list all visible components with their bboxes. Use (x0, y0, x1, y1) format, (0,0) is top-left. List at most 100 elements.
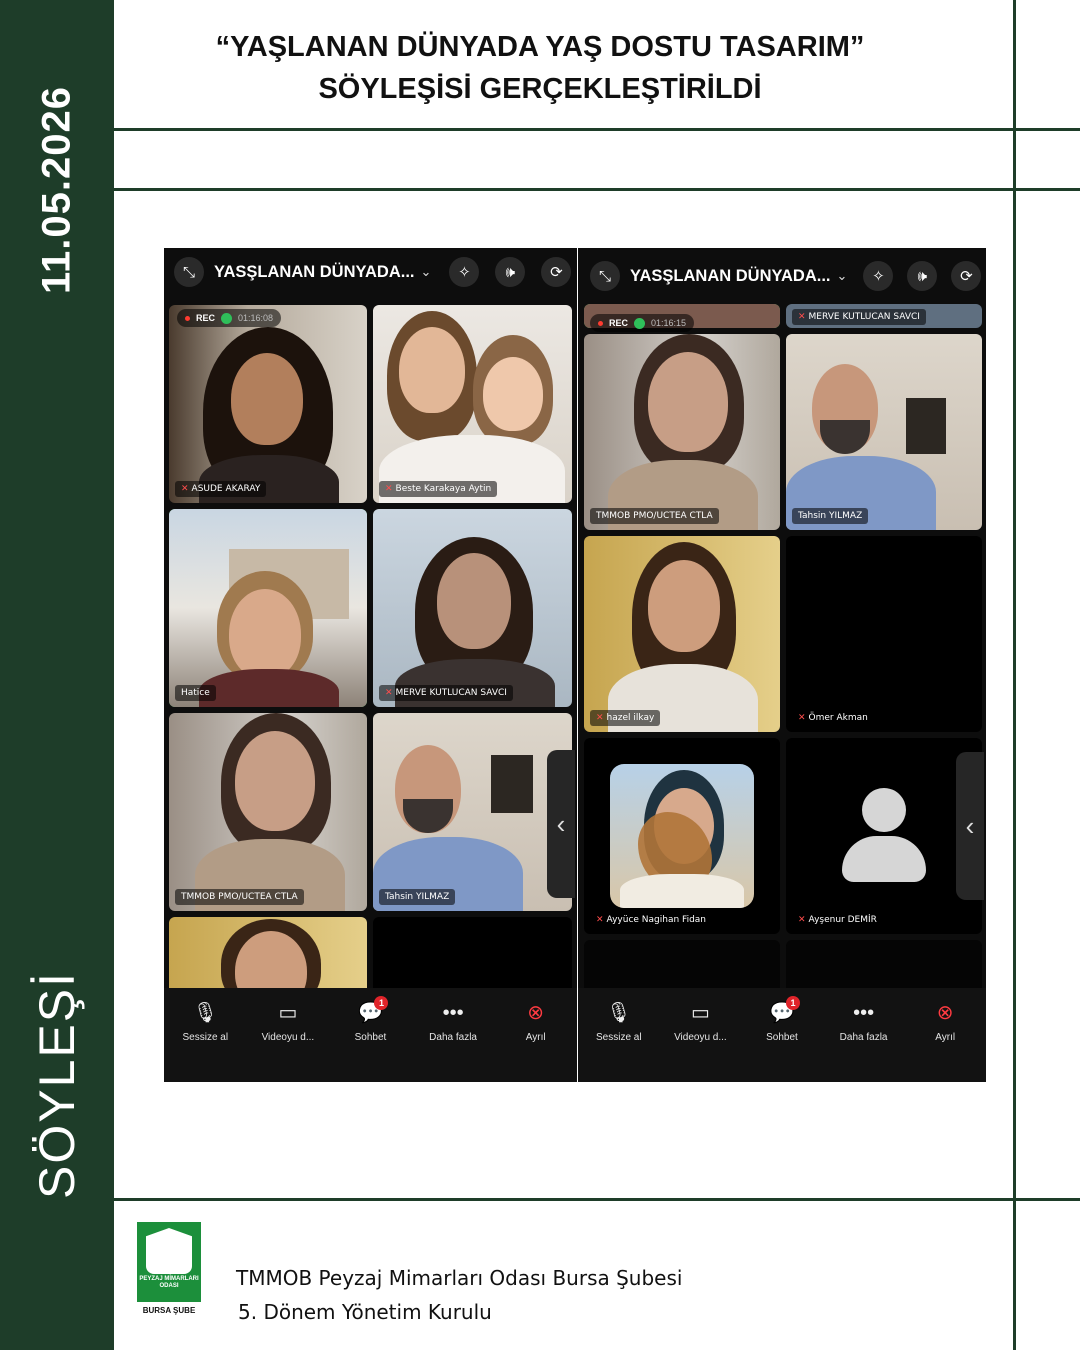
participant-name: hazel ilkay (606, 713, 655, 723)
divider-right (1013, 0, 1016, 1350)
video-button[interactable]: ▭ Videoyu d... (250, 1000, 326, 1082)
video-tile[interactable]: Tahsin YILMAZ (786, 334, 982, 530)
video-tile[interactable]: ✕ Beste Karakaya Aytin (373, 305, 572, 503)
video-tile[interactable] (169, 917, 367, 997)
leave-icon: ⊗ (936, 1002, 954, 1024)
mic-off-icon: ✕ (181, 484, 189, 494)
divider-bottom (114, 1198, 1080, 1201)
chevron-down-icon[interactable]: ⌄ (420, 264, 431, 280)
meeting-screenshot-right: ⤡ YASŞLANAN DÜNYADA... ⌄ ✧ 🕪 ⟳ ✕ MERVE KU… (578, 248, 986, 1082)
participant-name: Ömer Akman (808, 713, 868, 723)
video-tile[interactable]: ✕ MERVE KUTLUCAN SAVCI (786, 304, 982, 328)
participant-name: Tahsin YILMAZ (385, 892, 450, 902)
participant-name-tag: ✕ MERVE KUTLUCAN SAVCI (792, 309, 926, 325)
default-avatar-icon (862, 788, 906, 832)
record-dot-icon (598, 320, 603, 326)
leave-button[interactable]: ⊗ Ayrıl (907, 1000, 983, 1082)
chevron-left-icon[interactable]: ‹ (956, 752, 984, 900)
meeting-top-bar: ⤡ YASŞLANAN DÜNYADA... ⌄ ✧ 🕪 ⟳ (578, 252, 986, 300)
meeting-top-bar: ⤡ YASŞLANAN DÜNYADA... ⌄ ✧ 🕪 ⟳ (164, 248, 577, 296)
leave-label: Ayrıl (935, 1032, 956, 1043)
video-tile[interactable]: ✕ Ömer Akman (786, 536, 982, 732)
camera-icon: ▭ (690, 1002, 710, 1024)
participant-name-tag: Tahsin YILMAZ (379, 889, 456, 905)
category-label: SÖYLEŞİ (29, 971, 85, 1199)
mic-off-icon: ✕ (596, 713, 604, 723)
video-label: Videoyu d... (261, 1032, 315, 1043)
switch-camera-icon[interactable]: ⟳ (951, 261, 982, 291)
logo-text: PEYZAJ MİMARLARI ODASI (139, 1276, 199, 1289)
meeting-title[interactable]: YASŞLANAN DÜNYADA... (214, 263, 414, 282)
sparkle-icon[interactable]: ✧ (863, 261, 894, 291)
mic-off-icon: ✕ (798, 312, 806, 322)
mute-button[interactable]: 🎙 Sessize al (581, 1000, 657, 1082)
video-tile[interactable] (373, 917, 572, 997)
chevron-down-icon[interactable]: ⌄ (836, 268, 847, 284)
participant-name-tag: ✕ Ayyüce Nagihan Fidan (590, 912, 712, 928)
more-icon: ••• (853, 1002, 875, 1024)
chevron-left-icon[interactable]: ‹ (547, 750, 575, 898)
participant-name: ASUDE AKARAY (191, 484, 261, 494)
more-icon: ••• (442, 1002, 464, 1024)
video-tile[interactable]: Tahsin YILMAZ (373, 713, 572, 911)
record-dot-icon (185, 315, 190, 321)
video-tile[interactable]: ✕ hazel ilkay (584, 536, 780, 732)
participant-name: Ayşenur DEMİR (808, 915, 877, 925)
chat-label: Sohbet (354, 1032, 387, 1043)
mic-off-icon: ✕ (798, 713, 806, 723)
video-tile[interactable]: ✕ MERVE KUTLUCAN SAVCI (373, 509, 572, 707)
video-tile-active-speaker[interactable]: Hatice (169, 509, 367, 707)
logo-subtitle: BURSA ŞUBE (142, 1306, 196, 1315)
video-button[interactable]: ▭ Videoyu d... (662, 1000, 738, 1082)
meeting-title[interactable]: YASŞLANAN DÜNYADA... (630, 267, 830, 286)
speaker-icon[interactable]: 🕪 (907, 261, 938, 291)
video-tile[interactable]: TMMOB PMO/UCTEA CTLA (584, 334, 780, 530)
speaker-icon[interactable]: 🕪 (495, 257, 526, 287)
default-avatar-body (842, 836, 926, 882)
video-label: Videoyu d... (674, 1032, 727, 1043)
sparkle-icon[interactable]: ✧ (449, 257, 480, 287)
divider-second (114, 188, 1080, 191)
logo-shape (146, 1228, 192, 1274)
chat-badge: 1 (785, 996, 800, 1010)
chat-button[interactable]: 💬 1 Sohbet (744, 996, 820, 1082)
participant-name: MERVE KUTLUCAN SAVCI (395, 688, 507, 698)
minimize-icon[interactable]: ⤡ (174, 257, 204, 287)
participant-name-tag: ✕ Beste Karakaya Aytin (379, 481, 498, 497)
recording-time: 01:16:08 (238, 313, 274, 323)
more-button[interactable]: ••• Daha fazla (415, 1000, 491, 1082)
participant-name: Tahsin YILMAZ (798, 511, 863, 521)
recording-indicator: REC 01:16:08 (177, 309, 282, 327)
recording-time: 01:16:15 (651, 318, 687, 328)
video-tile[interactable]: REC 01:16:08 ✕ ASUDE AKARAY (169, 305, 367, 503)
recording-indicator: REC 01:16:15 (590, 314, 695, 332)
video-tile[interactable]: ✕ Ayşenur DEMİR (786, 738, 982, 934)
participant-name: MERVE KUTLUCAN SAVCI (808, 312, 920, 322)
more-label: Daha fazla (839, 1032, 888, 1043)
organization-logo: PEYZAJ MİMARLARI ODASI BURSA ŞUBE (137, 1222, 201, 1326)
chat-label: Sohbet (766, 1032, 798, 1043)
event-date: 11.05.2026 (34, 86, 79, 294)
footer-board: 5. Dönem Yönetim Kurulu (238, 1300, 492, 1324)
mic-off-icon: ✕ (385, 688, 393, 698)
chat-button[interactable]: 💬 1 Sohbet (332, 996, 408, 1082)
participant-name-tag: TMMOB PMO/UCTEA CTLA (590, 508, 719, 524)
mute-label: Sessize al (182, 1032, 229, 1043)
leave-button[interactable]: ⊗ Ayrıl (498, 1000, 574, 1082)
switch-camera-icon[interactable]: ⟳ (541, 257, 572, 287)
left-sidebar: 11.05.2026 SÖYLEŞİ (0, 0, 114, 1350)
mute-button[interactable]: 🎙 Sessize al (167, 1000, 243, 1082)
more-button[interactable]: ••• Daha fazla (826, 1000, 902, 1082)
mic-off-icon: ✕ (798, 915, 806, 925)
participant-name-tag: ✕ hazel ilkay (590, 710, 661, 726)
meeting-screenshot-left: ⤡ YASŞLANAN DÜNYADA... ⌄ ✧ 🕪 ⟳ REC 01:16… (164, 248, 577, 1082)
participant-name: TMMOB PMO/UCTEA CTLA (181, 892, 298, 902)
mic-off-icon: ✕ (385, 484, 393, 494)
video-tile[interactable]: ✕ Ayyüce Nagihan Fidan (584, 738, 780, 934)
participant-name-tag: ✕ Ayşenur DEMİR (792, 912, 883, 928)
divider-top (114, 128, 1080, 131)
video-tile[interactable]: TMMOB PMO/UCTEA CTLA (169, 713, 367, 911)
minimize-icon[interactable]: ⤡ (590, 261, 620, 291)
headline-line-1: “YAŞLANAN DÜNYADA YAŞ DOSTU TASARIM” (215, 31, 865, 63)
meeting-controls: 🎙 Sessize al ▭ Videoyu d... 💬 1 Sohbet •… (578, 988, 986, 1082)
